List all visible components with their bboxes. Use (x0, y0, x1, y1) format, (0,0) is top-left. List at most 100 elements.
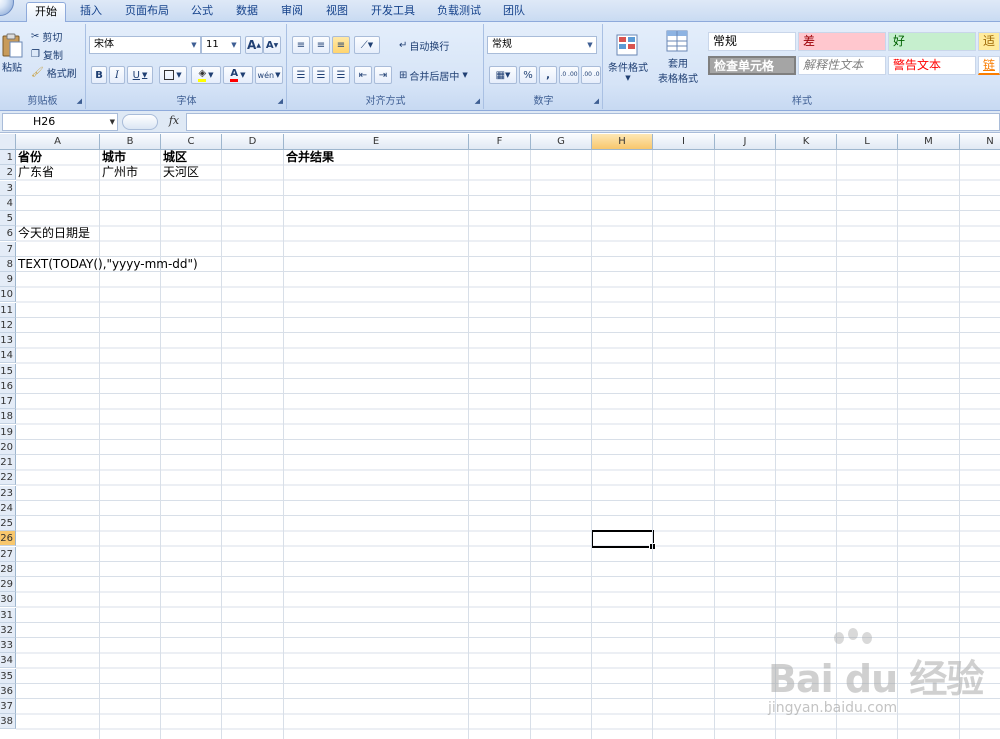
underline-button[interactable]: U ▼ (127, 66, 153, 84)
row-header-19[interactable]: 19 (0, 424, 16, 440)
cell-A1[interactable]: 省份 (16, 150, 42, 165)
row-header-14[interactable]: 14 (0, 348, 16, 364)
font-name-select[interactable]: 宋体 ▼ (89, 36, 201, 54)
column-header-E[interactable]: E (284, 134, 469, 150)
decrease-indent-button[interactable]: ⇤ (354, 66, 372, 84)
align-middle-button[interactable]: ≡ (312, 36, 330, 54)
row-header-13[interactable]: 13 (0, 333, 16, 348)
font-size-select[interactable]: 11 ▼ (201, 36, 241, 54)
column-header-N[interactable]: N (960, 134, 1000, 150)
row-header-29[interactable]: 29 (0, 577, 16, 592)
dialog-launcher-icon[interactable]: ◢ (278, 97, 283, 105)
cut-button[interactable]: ✂ 剪切 (30, 28, 63, 44)
row-header-18[interactable]: 18 (0, 409, 16, 425)
align-center-button[interactable]: ☰ (312, 66, 330, 84)
cell-A8[interactable]: TEXT(TODAY(),"yyyy-mm-dd") (16, 257, 198, 272)
cell-C1[interactable]: 城区 (161, 150, 187, 165)
tab-team[interactable]: 团队 (496, 2, 532, 22)
row-header-28[interactable]: 28 (0, 561, 16, 577)
accounting-format-button[interactable]: ▦ ▼ (489, 66, 517, 84)
row-header-5[interactable]: 5 (0, 211, 16, 226)
column-header-H[interactable]: H (592, 134, 653, 150)
cell-C2[interactable]: 天河区 (161, 165, 199, 180)
formula-bar-resize-handle[interactable] (122, 114, 158, 130)
paste-button[interactable]: 粘贴 (0, 26, 24, 80)
align-left-button[interactable]: ☰ (292, 66, 310, 84)
column-header-D[interactable]: D (222, 134, 284, 150)
column-header-K[interactable]: K (776, 134, 837, 150)
row-header-6[interactable]: 6 (0, 226, 16, 242)
decrease-decimal-button[interactable]: .00 .0 (581, 66, 601, 84)
row-header-8[interactable]: 8 (0, 256, 16, 272)
column-header-M[interactable]: M (898, 134, 960, 150)
row-header-9[interactable]: 9 (0, 272, 16, 287)
copy-button[interactable]: ❐ 复制 (30, 46, 64, 62)
row-header-36[interactable]: 36 (0, 683, 16, 699)
row-header-33[interactable]: 33 (0, 638, 16, 653)
column-header-L[interactable]: L (837, 134, 898, 150)
style-good[interactable]: 好 (888, 32, 976, 51)
column-header-B[interactable]: B (100, 134, 161, 150)
increase-indent-button[interactable]: ⇥ (374, 66, 392, 84)
cell-A2[interactable]: 广东省 (16, 165, 54, 180)
row-header-20[interactable]: 20 (0, 439, 16, 455)
column-header-G[interactable]: G (531, 134, 592, 150)
row-header-37[interactable]: 37 (0, 699, 16, 714)
row-header-7[interactable]: 7 (0, 241, 16, 257)
italic-button[interactable]: I (109, 66, 125, 84)
align-top-button[interactable]: ≡ (292, 36, 310, 54)
tab-insert[interactable]: 插入 (74, 2, 108, 22)
name-box[interactable]: H26 ▼ (2, 113, 118, 131)
column-header-C[interactable]: C (161, 134, 222, 150)
tab-load-test[interactable]: 负载测试 (430, 2, 488, 22)
dialog-launcher-icon[interactable]: ◢ (475, 97, 480, 105)
tab-formulas[interactable]: 公式 (184, 2, 220, 22)
shrink-font-button[interactable]: A ▼ (263, 36, 281, 54)
row-header-17[interactable]: 17 (0, 394, 16, 409)
orientation-button[interactable]: ⟋ ▼ (354, 36, 380, 54)
grow-font-button[interactable]: A ▲ (245, 36, 263, 54)
row-header-2[interactable]: 2 (0, 165, 16, 181)
align-bottom-button[interactable]: ≡ (332, 36, 350, 54)
row-header-21[interactable]: 21 (0, 455, 16, 470)
conditional-format-button[interactable]: 条件格式 ▼ (606, 28, 650, 86)
wrap-text-button[interactable]: ↵ 自动换行 (398, 36, 450, 54)
font-color-button[interactable]: A ▼ (223, 66, 253, 84)
row-header-11[interactable]: 11 (0, 302, 16, 318)
row-header-3[interactable]: 3 (0, 180, 16, 196)
dialog-launcher-icon[interactable]: ◢ (77, 97, 82, 105)
row-header-16[interactable]: 16 (0, 378, 16, 394)
cell-B2[interactable]: 广州市 (100, 165, 138, 180)
format-painter-button[interactable]: 🖌 格式刷 (30, 64, 78, 80)
tab-view[interactable]: 视图 (319, 2, 355, 22)
style-bad[interactable]: 差 (798, 32, 886, 51)
tab-review[interactable]: 审阅 (274, 2, 310, 22)
insert-function-button[interactable]: fx (164, 114, 184, 130)
tab-data[interactable]: 数据 (229, 2, 265, 22)
row-header-31[interactable]: 31 (0, 607, 16, 623)
column-header-J[interactable]: J (715, 134, 776, 150)
fill-color-button[interactable]: ◈ ▼ (191, 66, 221, 84)
row-header-25[interactable]: 25 (0, 516, 16, 531)
column-header-A[interactable]: A (16, 134, 100, 150)
cell-B1[interactable]: 城市 (100, 150, 126, 165)
style-check-cell[interactable]: 检查单元格 (708, 56, 796, 75)
style-warning[interactable]: 警告文本 (888, 56, 976, 75)
dialog-launcher-icon[interactable]: ◢ (594, 97, 599, 105)
row-header-23[interactable]: 23 (0, 485, 16, 501)
cell-E1[interactable]: 合并结果 (284, 150, 334, 165)
style-normal[interactable]: 常规 (708, 32, 796, 51)
style-neutral[interactable]: 适中 (978, 32, 1000, 51)
column-header-I[interactable]: I (653, 134, 715, 150)
row-header-38[interactable]: 38 (0, 714, 16, 730)
formula-input[interactable] (186, 113, 1000, 131)
cell-A6[interactable]: 今天的日期是 (16, 226, 90, 241)
select-all-corner[interactable] (0, 134, 16, 150)
tab-page-layout[interactable]: 页面布局 (118, 2, 176, 22)
column-header-F[interactable]: F (469, 134, 531, 150)
comma-style-button[interactable]: , (539, 66, 557, 84)
row-header-27[interactable]: 27 (0, 546, 16, 562)
row-header-4[interactable]: 4 (0, 195, 16, 211)
percent-button[interactable]: % (519, 66, 537, 84)
row-header-1[interactable]: 1 (0, 150, 16, 165)
